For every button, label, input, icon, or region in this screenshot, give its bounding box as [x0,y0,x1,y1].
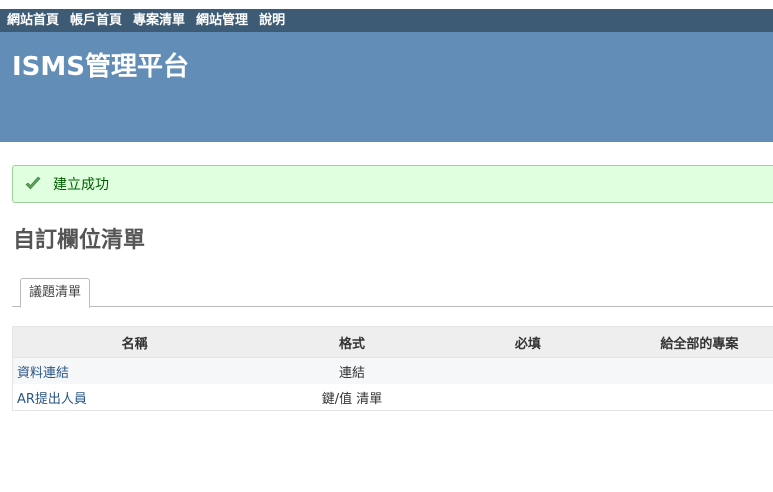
cell-required [447,357,608,384]
custom-field-link[interactable]: 資料連結 [17,366,69,381]
column-header-name[interactable]: 名稱 [12,326,257,358]
top-menu-home-link[interactable]: 網站首頁 [7,9,59,32]
page-title: 自訂欄位清單 [13,228,146,253]
table-row: AR提出人員 鍵/值 清單 [12,384,773,411]
custom-fields-table: 名稱 格式 必填 給全部的專案 資料連結 連結 AR提出人員 鍵/值 清單 [12,326,773,411]
top-menu-administration-link[interactable]: 網站管理 [196,9,248,32]
top-menu-projects-link[interactable]: 專案清單 [133,9,185,32]
table-row: 資料連結 連結 [12,357,773,384]
column-header-required[interactable]: 必填 [447,326,608,358]
cell-format: 連結 [256,357,448,384]
tabs: 議題清單 [12,276,773,308]
flash-message: 建立成功 [53,177,109,193]
top-menu-my-page-link[interactable]: 帳戶首頁 [70,9,122,32]
cell-for-all-projects [607,357,773,384]
top-strip [0,0,773,9]
top-menu: 網站首頁 帳戶首頁 專案清單 網站管理 說明 [0,9,773,32]
cell-name: 資料連結 [12,357,257,384]
cell-format: 鍵/值 清單 [256,384,448,411]
custom-field-link[interactable]: AR提出人員 [17,392,87,407]
check-icon [24,175,42,193]
site-title: ISMS管理平台 [12,52,189,82]
flash-notice: 建立成功 [12,165,773,203]
column-header-format[interactable]: 格式 [256,326,448,358]
table-header-row: 名稱 格式 必填 給全部的專案 [12,326,773,358]
tab-issues[interactable]: 議題清單 [20,278,91,308]
top-menu-help-link[interactable]: 說明 [259,9,285,32]
cell-for-all-projects [607,384,773,411]
column-header-for-all-projects[interactable]: 給全部的專案 [607,326,773,358]
cell-name: AR提出人員 [12,384,257,411]
header: ISMS管理平台 [0,32,773,142]
cell-required [447,384,608,411]
